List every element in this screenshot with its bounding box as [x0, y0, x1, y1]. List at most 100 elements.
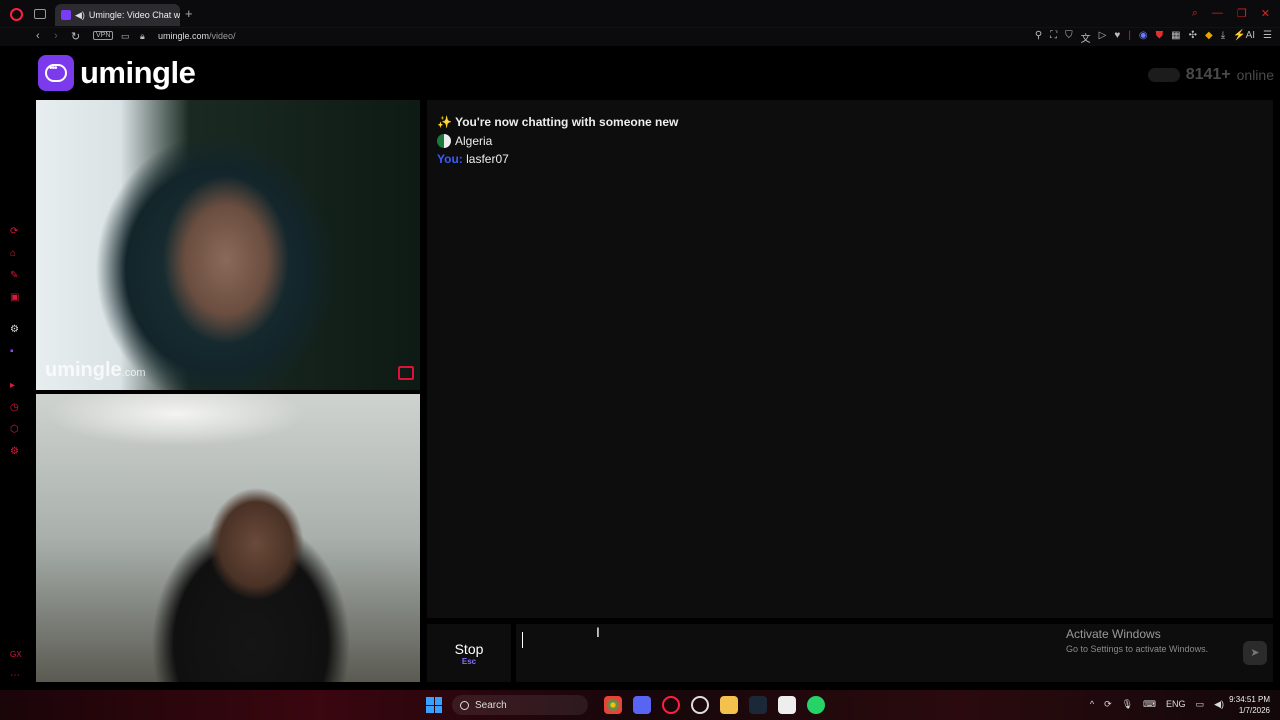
stop-button[interactable]: Stop Esc [427, 624, 511, 682]
forward-icon[interactable]: › [54, 30, 58, 42]
microphone-icon[interactable]: 🎙︎ [1122, 699, 1133, 710]
clock-time: 9:34:51 PM [1229, 695, 1270, 704]
send-icon[interactable]: ➤ [1243, 641, 1267, 665]
window-controls: ⌕ — ❐ ✕ [1192, 7, 1270, 20]
volume-icon[interactable]: ◀) [1214, 699, 1224, 710]
back-icon[interactable]: ‹ [36, 30, 40, 42]
extensions-toolbar: ⚲ ⛶ ⛉ 文 ▷ ♥ | ◉ ⛊ ▦ ✣ ◆ ⤓ ⚡AI ☰ [1035, 30, 1272, 45]
sidebar-messenger-icon[interactable]: ▣ [10, 292, 19, 303]
opera-gx-icon[interactable] [662, 696, 680, 714]
taskbar-search[interactable]: Search [452, 695, 588, 715]
browser-tab-umingle[interactable]: ◀) Umingle: Video Chat w [55, 4, 180, 26]
file-explorer-icon[interactable] [720, 696, 738, 714]
tray-sync-icon[interactable]: ⟳ [1104, 699, 1112, 710]
divider-icon: | [1128, 30, 1131, 41]
download-icon[interactable]: ⤓ [1221, 30, 1225, 45]
sidebar-player-icon[interactable]: ▸ [10, 380, 15, 391]
taskbar-clock[interactable]: 9:34:51 PM 1/7/2026 [1229, 694, 1270, 716]
search-tabs-icon[interactable]: ⌕ [1192, 7, 1198, 20]
chat-intro-text: You're now chatting with someone new [455, 115, 679, 129]
minimize-icon[interactable]: — [1212, 7, 1223, 20]
message-sender: You: [437, 152, 463, 166]
address-bar: ‹ › ↻ VPN ▭ 🔒︎ umingle.com/video/ ⚲ ⛶ ⛉ … [0, 28, 1280, 46]
sparkles-icon: ✨ [437, 115, 452, 129]
extension-grid-icon[interactable]: ▦ [1171, 30, 1180, 45]
vpn-badge[interactable]: VPN [93, 31, 114, 40]
windows-start-icon[interactable] [426, 697, 442, 713]
watermark-suffix: .com [121, 367, 146, 379]
easy-setup-icon[interactable]: ☰ [1263, 30, 1272, 45]
capcut-icon[interactable] [778, 696, 796, 714]
keyboard-icon[interactable]: ⌨ [1143, 699, 1156, 710]
stop-label: Stop [454, 641, 484, 657]
online-label: online [1236, 67, 1274, 83]
sidebar-history-icon[interactable]: ◷ [10, 402, 19, 413]
online-count: 8141+ [1185, 66, 1231, 83]
heart-icon[interactable]: ♥ [1114, 30, 1120, 45]
reload-icon[interactable]: ↻ [71, 30, 80, 43]
message-input[interactable]: I Activate Windows Go to Settings to act… [516, 624, 1273, 682]
snapshot-icon[interactable]: ⛶ [1050, 30, 1057, 45]
tab-title: Umingle: Video Chat w [88, 10, 180, 20]
camera-icon[interactable]: ▭ [121, 31, 130, 42]
browser-tab-bar: ◀) Umingle: Video Chat w + ⌕ — ❐ ✕ [0, 0, 1280, 28]
opera-menu-icon[interactable] [10, 8, 23, 21]
chat-country-line: Algeria [437, 134, 492, 148]
sidebar-speed-dial-icon[interactable]: ⟳ [10, 226, 18, 237]
shield-icon[interactable]: ⛉ [1065, 30, 1073, 45]
sidebar-extensions-icon[interactable]: ⬡ [10, 424, 19, 435]
lock-icon[interactable]: 🔒︎ [140, 31, 145, 42]
sidebar-bookmarks-icon[interactable]: ⌂ [10, 248, 16, 259]
stranger-video: umingle.com [36, 100, 420, 390]
chat-intro-line: ✨ You're now chatting with someone new [437, 115, 678, 129]
activate-title: Activate Windows [1066, 627, 1161, 641]
whatsapp-icon[interactable] [807, 696, 825, 714]
online-counter: 8141+ online [1147, 66, 1274, 84]
sidebar-chatgpt-icon[interactable]: ⚙ [10, 324, 19, 335]
url-field[interactable]: umingle.com/video/ [158, 31, 236, 41]
text-caret [522, 632, 523, 648]
sidebar-more-icon[interactable]: ⋯ [10, 670, 20, 681]
system-tray: ^ ⟳ 🎙︎ ⌨ ENG ▭ ◀) [1090, 699, 1224, 710]
chat-log: ✨ You're now chatting with someone new A… [427, 100, 1273, 618]
language-indicator[interactable]: ENG [1166, 699, 1186, 710]
taskbar-search-label: Search [475, 699, 507, 711]
puzzle-icon[interactable]: ✣ [1189, 30, 1197, 45]
chat-bubble-icon [38, 55, 74, 91]
self-video [36, 394, 420, 682]
extension-blue-icon[interactable]: ◉ [1139, 30, 1148, 45]
chat-message: You: lasfer07 [437, 152, 509, 166]
extension-yellow-icon[interactable]: ◆ [1205, 30, 1213, 45]
report-flag-icon[interactable] [398, 366, 414, 380]
sidebar-settings-icon[interactable]: ⚙ [10, 446, 19, 457]
tab-manager-icon[interactable] [34, 9, 46, 19]
restore-icon[interactable]: ❐ [1237, 7, 1247, 20]
sidebar-twitch-icon[interactable]: ▪ [10, 346, 14, 357]
discord-icon[interactable] [633, 696, 651, 714]
chrome-icon[interactable] [604, 696, 622, 714]
theme-toggle[interactable] [1147, 68, 1180, 82]
play-icon[interactable]: ▷ [1099, 30, 1107, 45]
speaker-icon[interactable]: ◀) [75, 10, 85, 21]
activate-windows-watermark: Activate Windows Go to Settings to activ… [1066, 627, 1208, 654]
browser-sidebar: ⟳ ⌂ ✎ ▣ ⚙ ▪ ▸ ◷ ⬡ ⚙ GX ⋯ [0, 46, 30, 690]
pin-icon[interactable]: ⚲ [1035, 30, 1042, 45]
tray-chevron-icon[interactable]: ^ [1090, 699, 1094, 710]
site-logo[interactable]: umingle [38, 55, 196, 91]
translate-icon[interactable]: 文 [1081, 30, 1091, 45]
search-icon [460, 700, 469, 710]
url-host: umingle.com [158, 31, 210, 41]
taskbar-apps [604, 696, 825, 714]
sidebar-gx-icon[interactable]: GX [10, 650, 22, 659]
network-icon[interactable]: ▭ [1196, 699, 1205, 710]
ibeam-cursor-icon: I [596, 624, 600, 640]
chatgpt-icon[interactable] [691, 696, 709, 714]
algeria-flag-icon [437, 134, 451, 148]
message-text: lasfer07 [466, 152, 509, 166]
extension-red-icon[interactable]: ⛊ [1156, 30, 1164, 45]
ai-button[interactable]: ⚡AI [1233, 30, 1255, 45]
close-icon[interactable]: ✕ [1261, 7, 1270, 20]
new-tab-icon[interactable]: + [185, 6, 193, 21]
sidebar-notes-icon[interactable]: ✎ [10, 270, 18, 281]
steam-icon[interactable] [749, 696, 767, 714]
